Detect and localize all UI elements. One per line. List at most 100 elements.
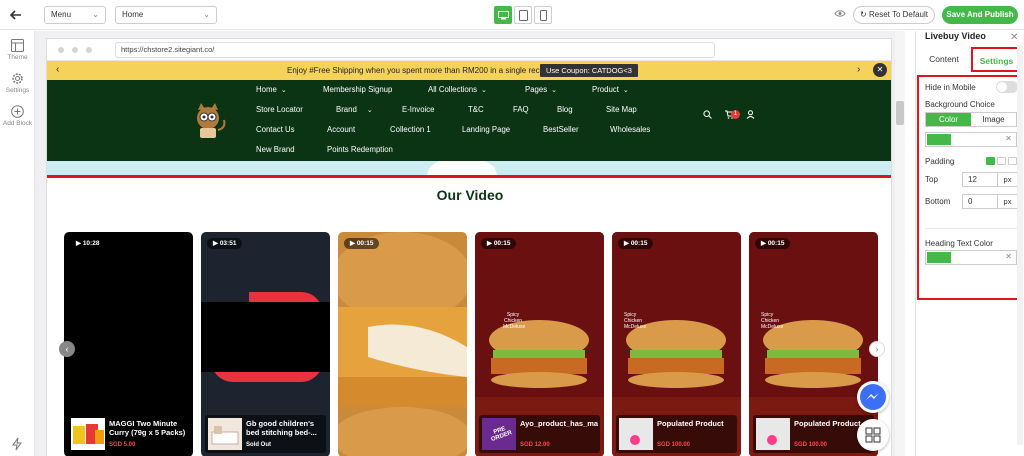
product-name: Gb good children's bed stitching bed-... xyxy=(246,419,317,437)
mobile-icon[interactable] xyxy=(1008,157,1017,165)
padding-top-input[interactable]: 12 xyxy=(962,172,998,187)
nav-item-store-locator[interactable]: Store Locator xyxy=(256,105,303,114)
nav-item-account[interactable]: Account xyxy=(327,125,355,134)
nav-item-wholesales[interactable]: Wholesales xyxy=(610,125,650,134)
search-icon[interactable] xyxy=(703,110,712,119)
coupon-badge[interactable]: Use Coupon: CATDOG<3 xyxy=(540,64,638,77)
canvas-scrollbar[interactable] xyxy=(895,31,905,456)
nav-item-blog[interactable]: Blog xyxy=(557,105,573,114)
product-tag[interactable]: Populated Product SGD 100.00 xyxy=(616,415,737,453)
apps-grid-button[interactable] xyxy=(857,419,889,451)
device-switcher xyxy=(494,6,554,24)
nav-item-bestseller[interactable]: BestSeller xyxy=(543,125,579,134)
divider xyxy=(925,228,1017,229)
back-arrow-icon[interactable] xyxy=(8,7,24,23)
product-tag[interactable]: MAGGI Two Minute Curry (79g x 5 Packs) S… xyxy=(68,415,189,453)
nav-label: Brand xyxy=(336,105,357,114)
video-card[interactable]: ▶ 00:15 Spicy Chicken McDeluxe PRE ORDER… xyxy=(475,232,604,456)
bg-image-option[interactable]: Image xyxy=(971,113,1016,126)
heading-color-picker[interactable]: ✕ xyxy=(925,250,1017,265)
nav-item-tnc[interactable]: T&C xyxy=(468,105,484,114)
nav-item-faq[interactable]: FAQ xyxy=(513,105,529,114)
product-tag[interactable]: Populated Product SGD 100.00 xyxy=(753,415,874,453)
chevron-down-icon: ⌄ xyxy=(280,87,287,94)
sidebar-item-settings[interactable]: Settings xyxy=(0,72,35,94)
reset-to-default-button[interactable]: ↻ Reset To Default xyxy=(853,6,935,24)
sidebar-item-label: Settings xyxy=(5,87,30,94)
mobile-view-button[interactable] xyxy=(534,6,552,24)
video-duration: ▶ 03:51 xyxy=(207,238,243,249)
tab-settings[interactable]: Settings xyxy=(971,47,1022,72)
nav-item-site-map[interactable]: Site Map xyxy=(606,105,637,114)
close-icon[interactable]: ✕ xyxy=(1010,32,1018,43)
bottom-label: Bottom xyxy=(925,197,951,206)
video-thumbnail xyxy=(201,282,330,382)
close-icon[interactable]: ✕ xyxy=(873,63,887,77)
burger-caption: Spicy Chicken McDeluxe xyxy=(761,312,784,330)
panel-scrollbar[interactable] xyxy=(1017,45,1023,445)
user-icon[interactable] xyxy=(746,110,755,119)
carousel-next-button[interactable]: › xyxy=(869,341,885,357)
bg-color-option[interactable]: Color xyxy=(926,113,971,126)
unit-label: px xyxy=(998,172,1018,187)
video-card[interactable]: ▶ 00:15 Spicy Chicken McDeluxe Populated… xyxy=(612,232,741,456)
clear-icon[interactable]: ✕ xyxy=(1005,252,1012,261)
menu-select[interactable]: Menu ⌄ xyxy=(44,6,106,24)
nav-item-home[interactable]: Home ⌄ xyxy=(256,85,287,94)
nav-item-contact-us[interactable]: Contact Us xyxy=(256,125,295,134)
chevron-left-icon[interactable]: ‹ xyxy=(56,64,59,75)
nav-label: Pages xyxy=(525,85,548,94)
desktop-icon[interactable] xyxy=(986,157,995,165)
page-select[interactable]: Home ⌄ xyxy=(115,6,217,24)
nav-label: Account xyxy=(327,125,356,134)
product-tag[interactable]: Gb good children's bed stitching bed-...… xyxy=(205,415,326,453)
carousel-prev-button[interactable]: ‹ xyxy=(59,341,75,357)
duration-text: 00:15 xyxy=(493,240,511,247)
nav-label: Points Redemption xyxy=(327,145,393,154)
nav-item-pages[interactable]: Pages ⌄ xyxy=(525,85,557,94)
browser-chrome: https://chstore2.sitegiant.co/ xyxy=(47,39,891,61)
sidebar-item-label: Theme xyxy=(7,54,28,61)
duration-text: 10:28 xyxy=(82,240,100,247)
save-and-publish-button[interactable]: Save And Publish xyxy=(942,6,1018,24)
tablet-view-button[interactable] xyxy=(514,6,532,24)
clear-icon[interactable]: ✕ xyxy=(1005,134,1012,143)
nav-item-membership[interactable]: Membership Signup xyxy=(323,85,392,94)
hide-mobile-toggle[interactable] xyxy=(996,81,1018,93)
sidebar-item-theme[interactable]: Theme xyxy=(0,39,35,61)
nav-item-new-brand[interactable]: New Brand xyxy=(256,145,295,154)
tablet-icon xyxy=(518,9,528,21)
nav-item-collection-1[interactable]: Collection 1 xyxy=(390,125,431,134)
eye-icon[interactable] xyxy=(834,9,846,18)
nav-item-all-collections[interactable]: All Collections ⌄ xyxy=(428,85,487,94)
nav-item-product[interactable]: Product ⌄ xyxy=(592,85,629,94)
product-image xyxy=(630,435,640,445)
nav-item-e-invoice[interactable]: E-Invoice xyxy=(402,105,435,114)
desktop-view-button[interactable] xyxy=(494,6,512,24)
hide-mobile-label: Hide in Mobile xyxy=(925,83,976,92)
section-title: Our Video xyxy=(436,187,504,203)
chevron-right-icon[interactable]: › xyxy=(857,64,860,75)
padding-bottom-input[interactable]: 0 xyxy=(962,194,998,209)
nav-label: Site Map xyxy=(606,105,637,114)
bg-color-picker[interactable]: ✕ xyxy=(925,132,1017,147)
lightning-icon[interactable] xyxy=(11,437,23,451)
tab-content[interactable]: Content xyxy=(924,47,964,72)
duration-text: 00:15 xyxy=(356,240,374,247)
video-card[interactable]: ▶ 00:15 xyxy=(338,232,467,456)
nav-item-landing-page[interactable]: Landing Page xyxy=(462,125,510,134)
nav-item-brand[interactable]: Brand ⌄ xyxy=(336,105,373,114)
store-logo[interactable] xyxy=(187,100,229,140)
messenger-button[interactable] xyxy=(857,381,889,413)
chevron-down-icon: ⌄ xyxy=(92,10,99,19)
store-header: Home ⌄ Membership Signup All Collections ⌄… xyxy=(47,80,891,161)
cart-count-badge: 1 xyxy=(731,110,740,119)
sidebar-item-add-block[interactable]: Add Block xyxy=(0,105,35,127)
product-tag[interactable]: PRE ORDER Ayo_product_has_mar SGD 12.00 xyxy=(479,415,600,453)
scrollbar-thumb[interactable] xyxy=(896,101,904,125)
video-card[interactable]: ▶ 03:51 Gb good children's bed stitching… xyxy=(201,232,330,456)
video-card[interactable]: ▶ 10:28 MAGGI Two Minute Curry (79g x 5 … xyxy=(64,232,193,456)
tablet-icon[interactable] xyxy=(997,157,1006,165)
nav-item-points-redemption[interactable]: Points Redemption xyxy=(327,145,393,154)
panel-title: Livebuy Video xyxy=(925,31,986,41)
